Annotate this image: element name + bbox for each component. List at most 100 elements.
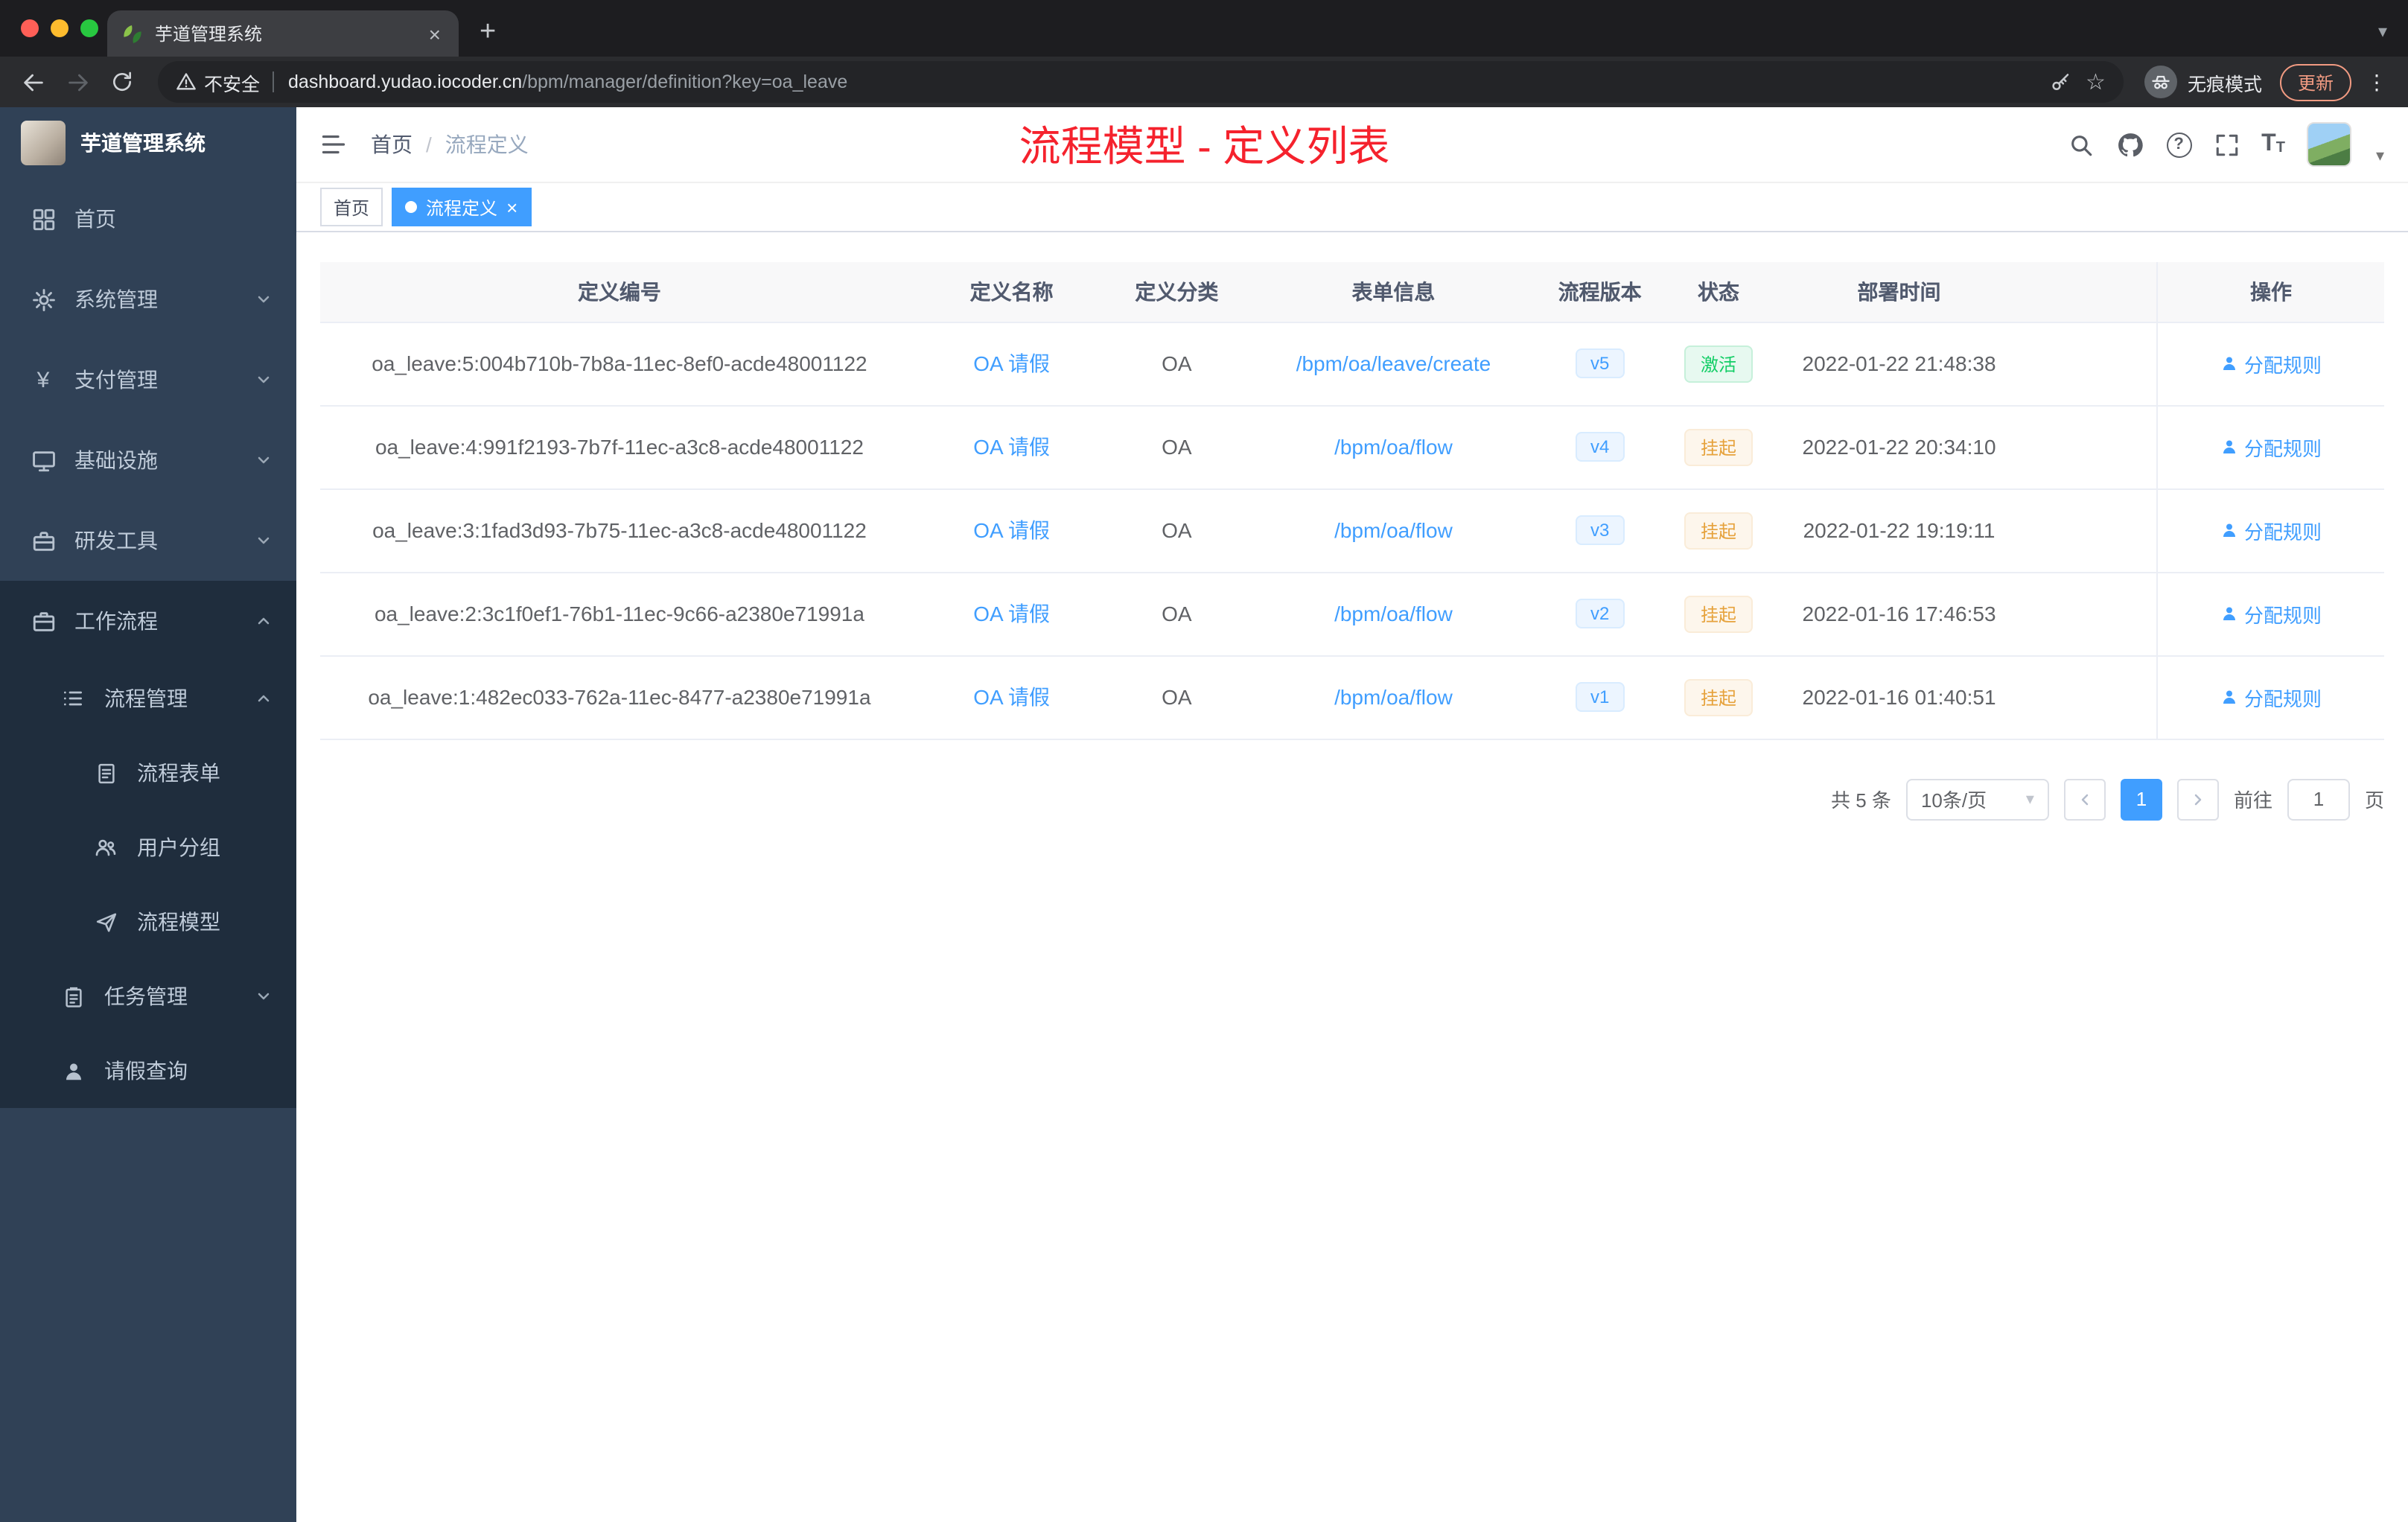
cell-filler (2022, 322, 2157, 406)
sidebar-item-dev-tools[interactable]: 研发工具 (0, 500, 296, 581)
minimize-window-button[interactable] (51, 19, 69, 37)
back-button[interactable] (12, 61, 54, 103)
github-icon[interactable] (2115, 130, 2144, 159)
tag-close-icon[interactable]: × (506, 197, 517, 217)
sidebar-logo[interactable]: 芋道管理系统 (0, 107, 296, 179)
tab-close-icon[interactable]: × (426, 22, 444, 45)
chrome-update-button[interactable]: 更新 (2279, 63, 2351, 101)
traffic-lights (21, 19, 98, 37)
assign-rule-button[interactable]: 分配规则 (2220, 683, 2322, 711)
close-window-button[interactable] (21, 19, 39, 37)
version-badge: v5 (1575, 348, 1625, 378)
chevron-down-icon (255, 290, 273, 308)
sidebar-item-user-group[interactable]: 用户分组 (0, 810, 296, 885)
sidebar-item-infrastructure[interactable]: 基础设施 (0, 420, 296, 500)
tab-strip: 芋道管理系统 × + ▾ (0, 0, 2408, 57)
column-header-id: 定义编号 (320, 262, 919, 322)
cell-id: oa_leave:3:1fad3d93-7b75-11ec-a3c8-acde4… (320, 488, 919, 573)
page-annotation: 流程模型 - 定义列表 (1019, 124, 1390, 170)
sidebar-item-process-form[interactable]: 流程表单 (0, 736, 296, 810)
form-link[interactable]: /bpm/oa/leave/create (1296, 351, 1491, 375)
key-icon[interactable] (2048, 71, 2071, 93)
jump-page-input[interactable] (2287, 778, 2350, 820)
reload-button[interactable] (101, 61, 143, 103)
paper-plane-icon (92, 911, 119, 933)
form-link[interactable]: /bpm/oa/flow (1334, 435, 1453, 459)
sidebar-item-leave-query[interactable]: 请假查询 (0, 1034, 296, 1108)
form-link[interactable]: /bpm/oa/flow (1334, 518, 1453, 542)
breadcrumb-current: 流程定义 (445, 133, 529, 156)
tab-search-chevron-icon[interactable]: ▾ (2378, 21, 2387, 42)
assign-rule-button[interactable]: 分配规则 (2220, 516, 2322, 544)
definition-name-link[interactable]: OA 请假 (973, 602, 1050, 625)
assign-rule-button[interactable]: 分配规则 (2220, 599, 2322, 628)
sidebar-item-task-management[interactable]: 任务管理 (0, 959, 296, 1034)
sidebar-item-system[interactable]: 系统管理 (0, 259, 296, 340)
new-tab-button[interactable]: + (480, 18, 496, 46)
definition-name-link[interactable]: OA 请假 (973, 685, 1050, 709)
definition-name-link[interactable]: OA 请假 (973, 518, 1050, 542)
sidebar-item-label: 研发工具 (74, 529, 158, 553)
zoom-window-button[interactable] (80, 19, 98, 37)
gear-icon (30, 287, 57, 312)
url-text[interactable]: dashboard.yudao.iocoder.cn/bpm/manager/d… (288, 71, 2033, 92)
yen-icon: ¥ (36, 367, 50, 392)
tab-title: 芋道管理系统 (155, 24, 263, 45)
browser-menu-icon[interactable]: ⋮ (2366, 69, 2387, 95)
search-icon[interactable] (2068, 132, 2093, 157)
tags-view-bar: 首页 流程定义 × (296, 182, 2408, 232)
column-header-category: 定义分类 (1104, 262, 1249, 322)
security-label[interactable]: 不安全 (204, 68, 260, 96)
url-path: /bpm/manager/definition?key=oa_leave (522, 71, 848, 92)
fullscreen-icon[interactable] (2214, 132, 2239, 157)
column-header-status: 状态 (1661, 262, 1776, 322)
form-link[interactable]: /bpm/oa/flow (1334, 602, 1453, 625)
avatar-caret-icon[interactable]: ▾ (2376, 145, 2384, 165)
definition-name-link[interactable]: OA 请假 (973, 351, 1050, 375)
page-size-select[interactable]: 10条/页 ▾ (1905, 778, 2049, 820)
sidebar-item-label: 系统管理 (74, 287, 158, 311)
incognito-label: 无痕模式 (2187, 74, 2262, 95)
tag-process-definition[interactable]: 流程定义 × (392, 188, 532, 226)
workflow-submenu-block: 工作流程 流程管理 流程表单 用户分组 流程模型 任务管理 请假查询 (0, 581, 296, 1108)
logo-title: 芋道管理系统 (80, 131, 206, 155)
sidebar-item-label: 流程模型 (137, 910, 220, 934)
column-header-actions: 操作 (2156, 262, 2384, 322)
tag-home[interactable]: 首页 (320, 188, 383, 226)
chevron-down-icon (255, 987, 273, 1005)
table-row: oa_leave:2:3c1f0ef1-76b1-11ec-9c66-a2380… (320, 572, 2384, 656)
font-size-icon[interactable]: TT (2261, 132, 2285, 156)
sidebar-item-process-management[interactable]: 流程管理 (0, 661, 296, 736)
user-avatar[interactable] (2307, 122, 2352, 167)
address-bar[interactable]: 不安全 dashboard.yudao.iocoder.cn/bpm/manag… (158, 61, 2124, 103)
assign-rule-button[interactable]: 分配规则 (2220, 349, 2322, 378)
cell-deploy-time: 2022-01-22 20:34:10 (1775, 405, 2023, 489)
sidebar-item-payment[interactable]: ¥ 支付管理 (0, 340, 296, 420)
bookmark-star-icon[interactable]: ☆ (2086, 71, 2106, 93)
sidebar-item-home[interactable]: 首页 (0, 179, 296, 259)
incognito-icon (2144, 66, 2177, 98)
form-link[interactable]: /bpm/oa/flow (1334, 685, 1453, 709)
chevron-up-icon (255, 612, 273, 630)
browser-tab[interactable]: 芋道管理系统 × (107, 10, 459, 57)
assign-rule-button[interactable]: 分配规则 (2220, 433, 2322, 461)
help-icon[interactable]: ? (2166, 132, 2192, 157)
cell-category: OA (1104, 322, 1249, 406)
hamburger-icon[interactable] (320, 131, 347, 158)
column-header-filler (2022, 262, 2157, 322)
page-number-button[interactable]: 1 (2120, 778, 2162, 820)
main-area: 首页 / 流程定义 流程模型 - 定义列表 ? TT ▾ 首页 流程定义 × 定… (296, 107, 2408, 1522)
definition-name-link[interactable]: OA 请假 (973, 435, 1050, 459)
breadcrumb-home[interactable]: 首页 (371, 130, 413, 159)
forward-button[interactable] (57, 61, 98, 103)
sidebar-item-workflow[interactable]: 工作流程 (0, 581, 296, 661)
sidebar-item-label: 流程表单 (137, 761, 220, 785)
sidebar-item-label: 基础设施 (74, 448, 158, 472)
definition-table: 定义编号 定义名称 定义分类 表单信息 流程版本 状态 部署时间 操作 oa_l… (320, 262, 2384, 739)
table-row: oa_leave:4:991f2193-7b7f-11ec-a3c8-acde4… (320, 405, 2384, 489)
next-page-button[interactable] (2176, 778, 2219, 820)
jump-suffix-label: 页 (2364, 789, 2384, 812)
sidebar-item-process-model[interactable]: 流程模型 (0, 885, 296, 959)
toolbox-icon (30, 528, 57, 553)
prev-page-button[interactable] (2063, 778, 2106, 820)
